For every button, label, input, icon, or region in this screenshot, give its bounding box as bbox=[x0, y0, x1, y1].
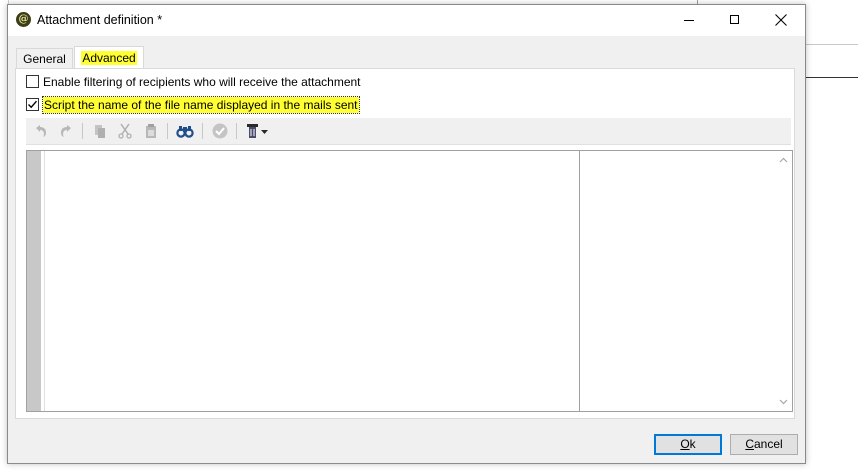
find-icon[interactable] bbox=[176, 122, 194, 140]
copy-icon[interactable] bbox=[91, 122, 109, 140]
cancel-label-rest: ancel bbox=[753, 437, 783, 451]
close-button[interactable] bbox=[758, 5, 804, 36]
ok-label-rest: k bbox=[689, 437, 696, 451]
window-title: Attachment definition * bbox=[37, 13, 163, 27]
title-bar[interactable]: @ Attachment definition * bbox=[8, 5, 805, 36]
check-icon[interactable] bbox=[211, 122, 229, 140]
background-divider bbox=[806, 77, 858, 78]
line-number-gutter bbox=[27, 151, 41, 411]
tab-general-label: General bbox=[23, 52, 66, 66]
tab-advanced-label: Advanced bbox=[81, 51, 137, 65]
background-app-area bbox=[806, 0, 858, 472]
checkmark-icon bbox=[28, 100, 38, 109]
toolbar-separator bbox=[236, 123, 237, 139]
toolbar-separator bbox=[202, 123, 203, 139]
filter-recipients-label: Enable filtering of recipients who will … bbox=[43, 75, 361, 89]
attachment-definition-dialog: @ Attachment definition * General Advanc… bbox=[7, 4, 806, 464]
tab-general[interactable]: General bbox=[16, 48, 73, 68]
undo-icon[interactable] bbox=[32, 122, 50, 140]
filter-recipients-checkbox[interactable] bbox=[26, 75, 39, 88]
toolbar-separator bbox=[167, 123, 168, 139]
redo-icon[interactable] bbox=[57, 122, 75, 140]
insert-field-icon[interactable] bbox=[244, 122, 270, 140]
scroll-down-icon[interactable] bbox=[779, 397, 788, 406]
cut-icon[interactable] bbox=[116, 122, 134, 140]
editor-toolbar bbox=[26, 118, 791, 145]
paste-icon[interactable] bbox=[142, 122, 160, 140]
vertical-scrollbar[interactable] bbox=[775, 151, 792, 411]
side-pane bbox=[580, 151, 775, 411]
minimize-button[interactable] bbox=[666, 5, 712, 36]
ok-accel: O bbox=[680, 437, 690, 451]
maximize-button[interactable] bbox=[712, 5, 758, 36]
close-icon bbox=[775, 14, 787, 26]
toolbar-separator bbox=[82, 123, 83, 139]
ok-button[interactable]: Ok bbox=[654, 434, 722, 455]
tab-advanced[interactable]: Advanced bbox=[74, 46, 144, 69]
script-filename-checkbox[interactable] bbox=[26, 98, 39, 111]
scroll-up-icon[interactable] bbox=[779, 156, 788, 165]
background-divider bbox=[806, 44, 858, 45]
cancel-accel: C bbox=[745, 437, 754, 451]
script-filename-label: Script the name of the file name display… bbox=[42, 96, 360, 114]
adobe-campaign-icon: @ bbox=[16, 12, 31, 27]
script-editor bbox=[26, 150, 793, 412]
code-area[interactable] bbox=[45, 151, 579, 411]
cancel-button[interactable]: Cancel bbox=[730, 434, 798, 455]
